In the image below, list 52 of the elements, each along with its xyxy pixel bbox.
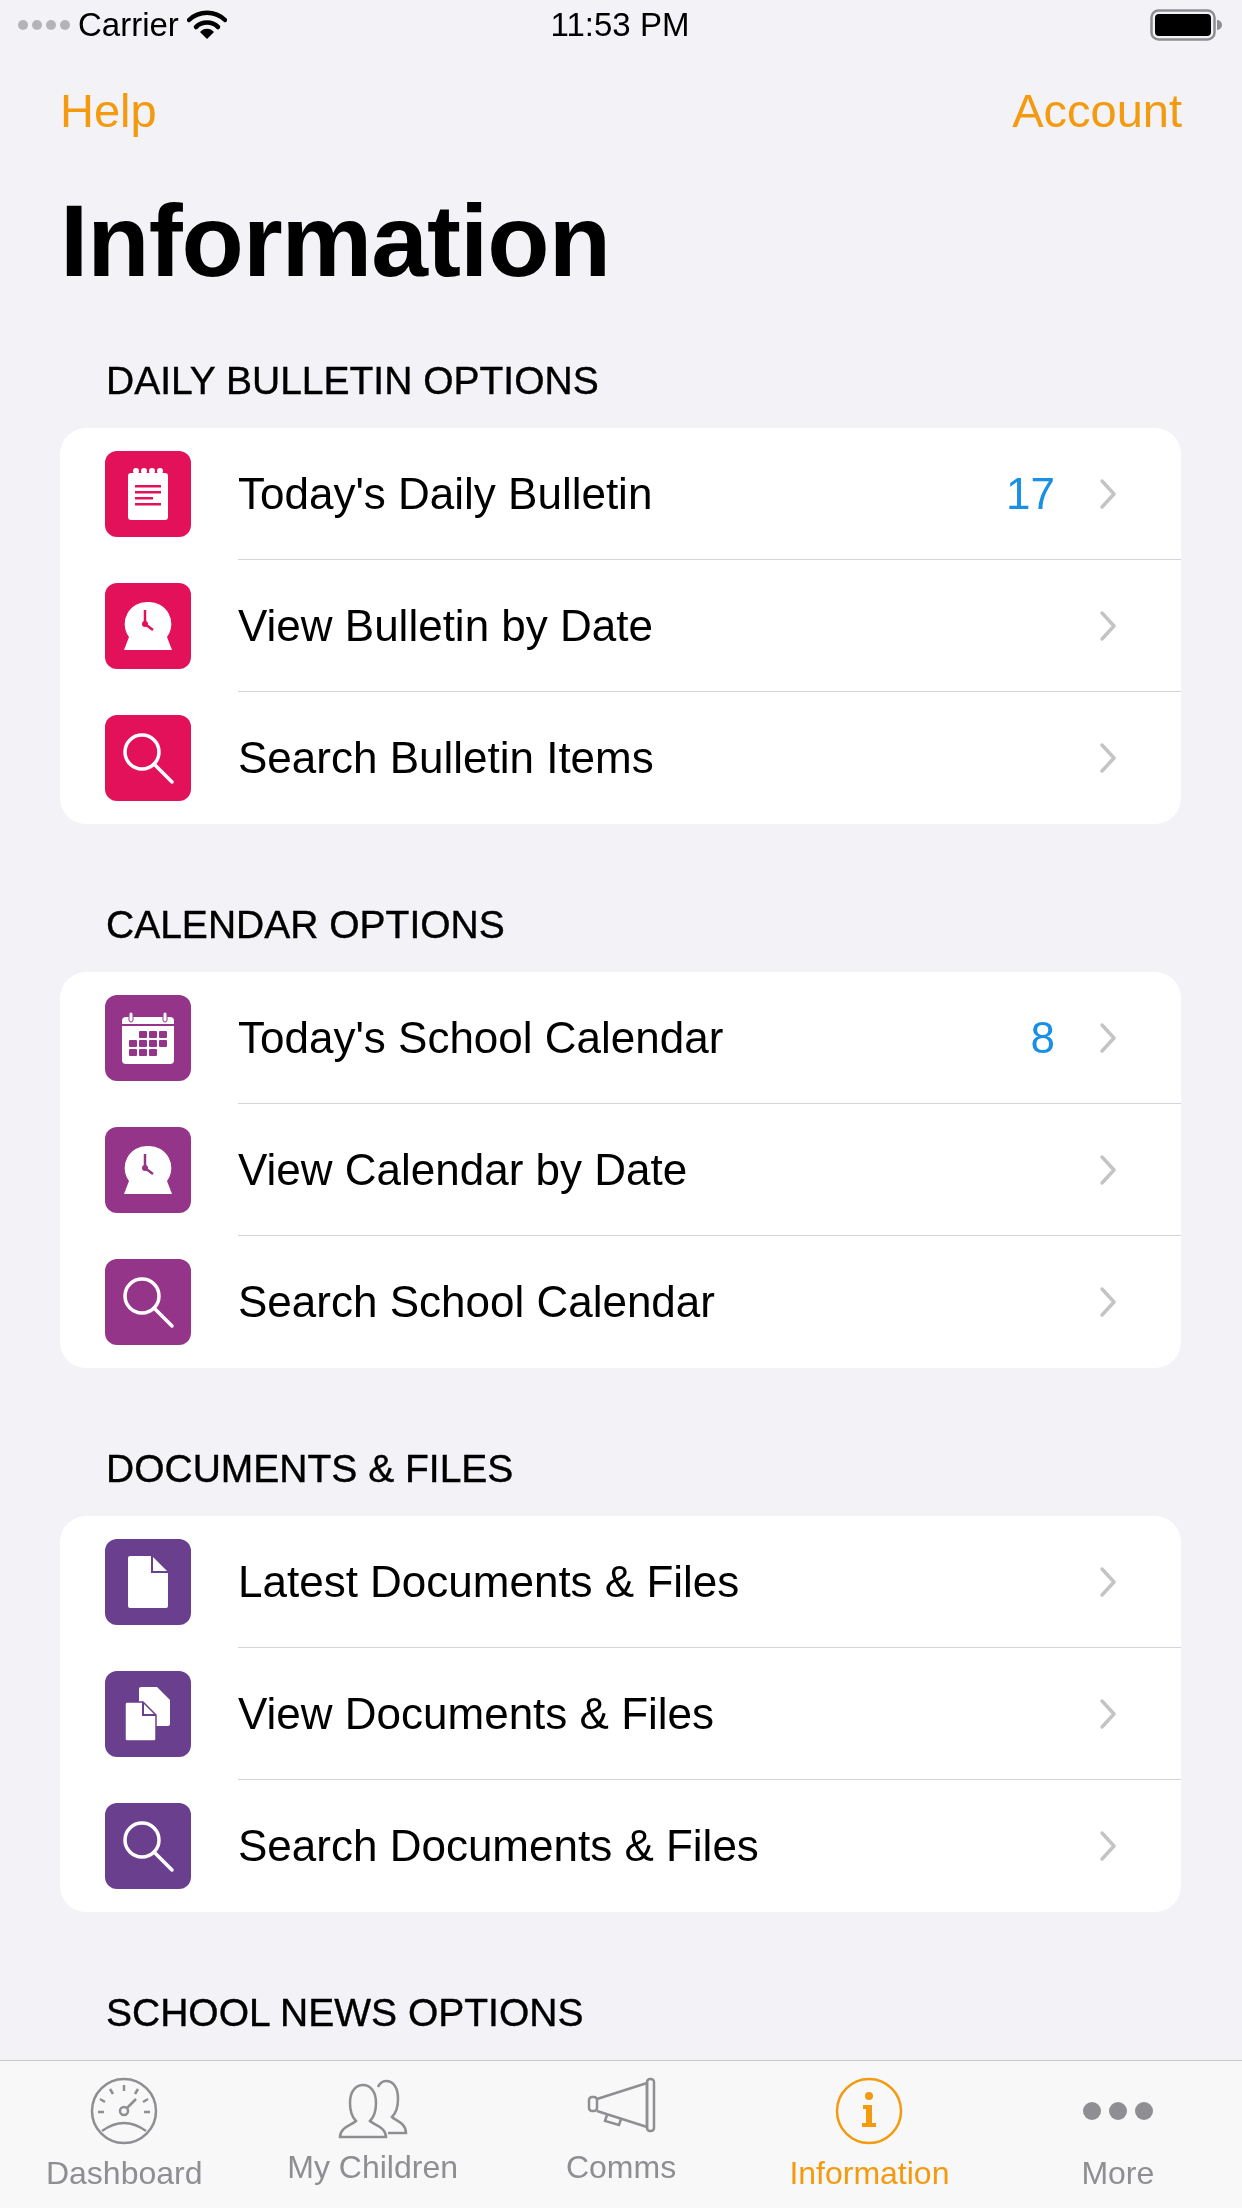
menu-row[interactable]: Latest Documents & Files — [60, 1516, 1181, 1648]
row-label: View Documents & Files — [238, 1688, 716, 1739]
row-label: Latest Documents & Files — [238, 1556, 741, 1607]
search-icon — [120, 730, 176, 786]
row-label: Search School Calendar — [238, 1277, 716, 1327]
row-label: Today's Daily Bulletin — [238, 468, 654, 519]
section-header: SCHOOL NEWS OPTIONS — [105, 1990, 585, 2036]
menu-row[interactable]: View Calendar by Date — [60, 1104, 1181, 1236]
menu-row[interactable]: Search Documents & Files — [60, 1780, 1181, 1912]
more-icon — [1082, 2102, 1153, 2120]
carrier-label: Carrier — [78, 6, 179, 44]
chevron-icon — [1099, 1153, 1117, 1186]
menu-row[interactable]: Today's Daily Bulletin 17 — [60, 428, 1181, 560]
chevron-icon — [1099, 1021, 1117, 1054]
battery-icon — [1150, 9, 1222, 41]
section-header: CALENDAR OPTIONS — [105, 902, 506, 948]
menu-row[interactable]: Search School Calendar — [60, 1236, 1181, 1368]
menu-row[interactable]: Search Bulletin Items — [60, 692, 1181, 824]
page-title: Information — [59, 183, 611, 300]
chevron-icon — [1099, 477, 1117, 510]
row-label: Search Documents & Files — [238, 1821, 760, 1871]
search-icon — [120, 1818, 176, 1874]
chevron-icon — [1099, 609, 1117, 642]
chevron-icon — [1099, 742, 1117, 774]
row-label: View Bulletin by Date — [238, 600, 654, 651]
documents-icon — [125, 1686, 171, 1742]
clock-icon — [121, 600, 175, 652]
signal-icon — [18, 19, 70, 31]
gauge-icon — [90, 2077, 159, 2145]
row-label: Today's School Calendar — [238, 1012, 725, 1063]
count-label: 8 — [1030, 1012, 1055, 1063]
clock-icon — [121, 1144, 175, 1196]
menu-row[interactable]: View Documents & Files — [60, 1648, 1181, 1780]
chevron-icon — [1099, 1565, 1117, 1598]
chevron-icon — [1099, 1286, 1117, 1318]
row-label: View Calendar by Date — [238, 1144, 689, 1195]
section-header: DAILY BULLETIN OPTIONS — [105, 358, 600, 404]
chevron-icon — [1099, 1697, 1117, 1730]
info-icon — [835, 2077, 904, 2145]
people-icon — [337, 2077, 408, 2139]
count-label: 17 — [1006, 468, 1055, 519]
calendar-icon — [120, 1011, 176, 1065]
search-icon — [120, 1274, 176, 1330]
section-header: DOCUMENTS & FILES — [105, 1446, 515, 1492]
wifi-icon — [186, 10, 227, 40]
menu-row[interactable]: Today's School Calendar 8 — [60, 972, 1181, 1104]
menu-row[interactable]: View Bulletin by Date — [60, 560, 1181, 692]
chevron-icon — [1099, 1830, 1117, 1862]
notepad-icon — [127, 467, 169, 521]
row-label: Search Bulletin Items — [238, 733, 655, 783]
document-icon — [127, 1555, 169, 1609]
status-time: 11:53 PM — [549, 6, 691, 44]
